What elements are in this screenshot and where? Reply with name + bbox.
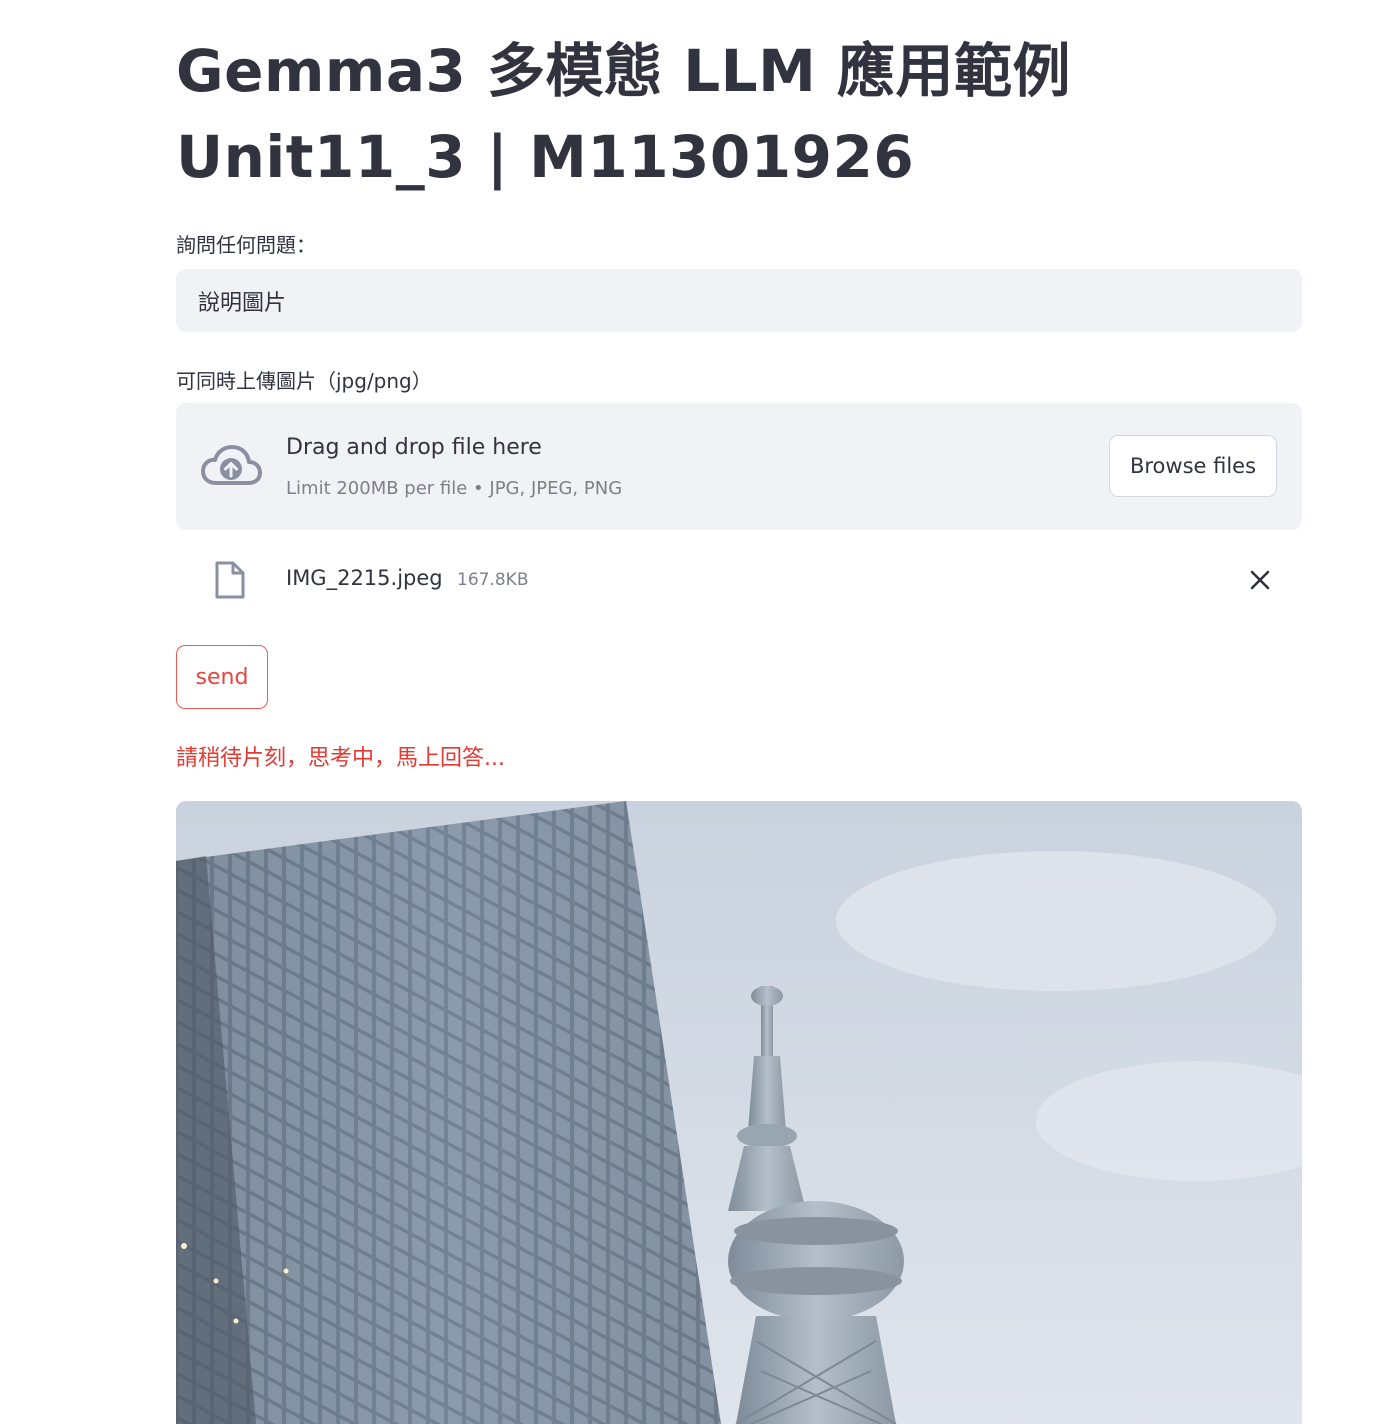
file-dropzone[interactable]: Drag and drop file here Limit 200MB per …: [176, 403, 1302, 530]
question-input[interactable]: [196, 287, 1282, 314]
uploaded-file-size: 167.8KB: [457, 570, 529, 590]
uploaded-image-preview: [176, 801, 1302, 1424]
question-input-container[interactable]: [176, 269, 1302, 332]
cloud-upload-icon: [201, 445, 262, 485]
dropzone-title: Drag and drop file here: [286, 435, 542, 460]
dropzone-limit-text: Limit 200MB per file • JPG, JPEG, PNG: [286, 478, 623, 499]
file-icon: [215, 561, 245, 599]
thinking-status-text: 請稍待片刻，思考中，馬上回答...: [176, 746, 505, 771]
browse-files-button[interactable]: Browse files: [1109, 435, 1277, 497]
tokyo-skytree-photo: [176, 801, 1302, 1424]
uploaded-file-row: IMG_2215.jpeg 167.8KB: [176, 548, 1302, 612]
send-button[interactable]: send: [176, 645, 268, 709]
page-title: Gemma3 多模態 LLM 應用範例 Unit11_3 | M11301926: [176, 37, 1072, 191]
uploaded-file-name: IMG_2215.jpeg: [286, 566, 443, 590]
remove-file-close-icon[interactable]: [1248, 568, 1272, 592]
uploader-label: 可同時上傳圖片（jpg/png）: [176, 369, 432, 393]
question-label: 詢問任何問題：: [176, 233, 316, 257]
